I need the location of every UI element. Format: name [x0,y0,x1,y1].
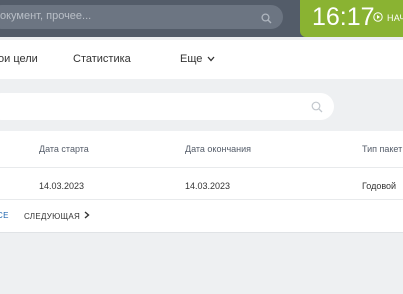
search-icon[interactable] [261,11,272,29]
table-header: Дата старта Дата окончания Тип пакет [0,131,403,168]
data-table: Дата старта Дата окончания Тип пакет 14.… [0,131,403,233]
global-search-input[interactable]: окумент, прочее... [0,5,283,29]
column-header-end-date[interactable]: Дата окончания [185,144,251,154]
column-header-package-type[interactable]: Тип пакет [362,144,402,154]
nav-item-goals[interactable]: ои цели [0,53,38,65]
cell-package-type: Годовой [362,181,397,191]
cell-end-date: 14.03.2023 [185,181,231,191]
table-row[interactable]: 14.03.2023 14.03.2023 Годовой [0,168,403,200]
nav-item-statistics[interactable]: Статистика [73,53,131,65]
column-header-start-date[interactable]: Дата старта [39,144,89,154]
clock-time: 16:17 [312,3,375,31]
section-nav: ои цели Статистика Еще [0,40,403,79]
start-label: НАЧ [387,13,403,23]
top-bar: окумент, прочее... 16:17 НАЧ [0,0,403,37]
pagination: СЕ СЛЕДУЮЩАЯ [0,211,403,223]
pagination-next-label: СЛЕДУЮЩАЯ [24,211,81,221]
table-divider [0,232,403,233]
nav-more-label: Еще [180,53,203,65]
clock-widget[interactable]: 16:17 НАЧ [300,0,403,37]
pagination-prev-link[interactable]: СЕ [0,211,9,220]
play-icon [373,12,383,24]
search-icon[interactable] [311,100,323,118]
nav-more-button[interactable]: Еще [180,53,215,65]
start-workday-button[interactable]: НАЧ [373,11,403,25]
pagination-next-link[interactable]: СЛЕДУЮЩАЯ [24,211,90,221]
cell-start-date: 14.03.2023 [39,181,85,191]
chevron-down-icon [207,53,215,65]
filter-search-input[interactable] [0,93,334,120]
chevron-right-icon [84,211,90,221]
search-placeholder: окумент, прочее... [0,10,92,22]
